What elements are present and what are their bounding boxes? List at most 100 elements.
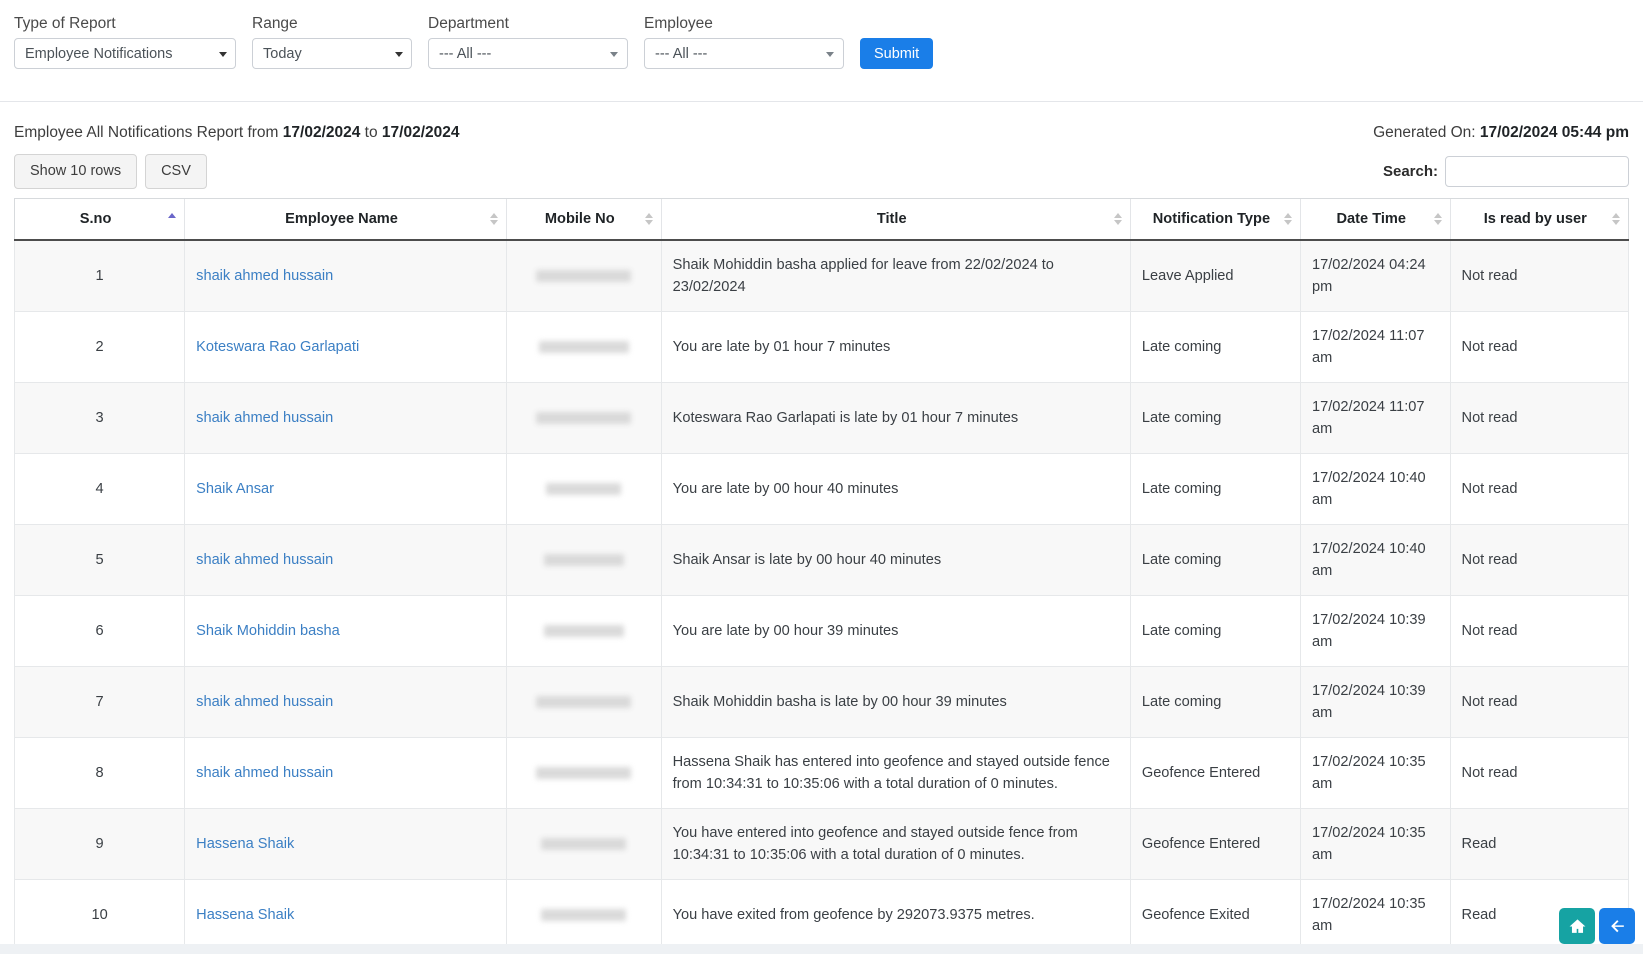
table-body: 1shaik ahmed hussainShaik Mohiddin basha… — [15, 240, 1629, 951]
employee-name-link[interactable]: shaik ahmed hussain — [196, 268, 333, 284]
chevron-down-icon — [219, 52, 227, 57]
cell-notification-type: Late coming — [1130, 596, 1300, 667]
table-row: 2Koteswara Rao GarlapatiYou are late by … — [15, 312, 1629, 383]
table-row: 1shaik ahmed hussainShaik Mohiddin basha… — [15, 240, 1629, 312]
column-header-label: S.no — [80, 211, 112, 227]
filter-group-type-of-report: Type of Report Employee Notifications — [14, 14, 236, 69]
table-row: 7shaik ahmed hussainShaik Mohiddin basha… — [15, 667, 1629, 738]
search-area: Search: — [1383, 156, 1629, 187]
employee-value: --- All --- — [655, 46, 707, 62]
cell-date-time: 17/02/2024 10:39 am — [1301, 596, 1451, 667]
cell-date-time: 17/02/2024 04:24 pm — [1301, 240, 1451, 312]
report-title-prefix: Employee All Notifications Report from — [14, 124, 283, 141]
home-fab[interactable] — [1559, 908, 1595, 944]
column-header-title[interactable]: Title — [661, 199, 1130, 241]
employee-name-link[interactable]: shaik ahmed hussain — [196, 552, 333, 568]
cell-sno: 9 — [15, 809, 185, 880]
csv-button[interactable]: CSV — [145, 154, 207, 189]
sort-ascending-icon — [168, 212, 176, 226]
export-buttons: Show 10 rowsCSV — [14, 154, 207, 189]
cell-sno: 5 — [15, 525, 185, 596]
cell-sno: 6 — [15, 596, 185, 667]
report-title: Employee All Notifications Report from 1… — [14, 124, 459, 142]
cell-employee-name: shaik ahmed hussain — [185, 738, 507, 809]
employee-name-link[interactable]: shaik ahmed hussain — [196, 694, 333, 710]
filter-controls: Type of Report Employee Notifications Rang… — [14, 14, 1643, 69]
cell-is-read: Read — [1450, 809, 1628, 880]
redacted-mobile-no — [536, 767, 631, 779]
employee-name-link[interactable]: Hassena Shaik — [196, 907, 294, 923]
arrow-left-icon — [1608, 917, 1627, 936]
column-header-is-read-by-user[interactable]: Is read by user — [1450, 199, 1628, 241]
filter-group-employee: Employee --- All --- — [644, 14, 844, 69]
column-header-mobile-no[interactable]: Mobile No — [506, 199, 661, 241]
table-row: 4Shaik AnsarYou are late by 00 hour 40 m… — [15, 454, 1629, 525]
column-header-date-time[interactable]: Date Time — [1301, 199, 1451, 241]
generated-on-value: 17/02/2024 05:44 pm — [1480, 124, 1629, 141]
column-header-label: Date Time — [1337, 211, 1406, 227]
report-title-mid: to — [360, 124, 382, 141]
cell-notification-type: Late coming — [1130, 312, 1300, 383]
cell-title: Hassena Shaik has entered into geofence … — [661, 738, 1130, 809]
column-header-s-no[interactable]: S.no — [15, 199, 185, 241]
range-select[interactable]: Today — [252, 38, 412, 69]
back-fab[interactable] — [1599, 908, 1635, 944]
cell-notification-type: Late coming — [1130, 383, 1300, 454]
cell-employee-name: Koteswara Rao Garlapati — [185, 312, 507, 383]
generated-on: Generated On: 17/02/2024 05:44 pm — [1373, 124, 1629, 142]
report-body: Employee All Notifications Report from 1… — [0, 102, 1643, 954]
department-select[interactable]: --- All --- — [428, 38, 628, 69]
column-header-label: Employee Name — [285, 211, 398, 227]
redacted-mobile-no — [544, 625, 624, 637]
type-of-report-label: Type of Report — [14, 14, 236, 33]
cell-mobile-no — [506, 809, 661, 880]
type-of-report-value: Employee Notifications — [25, 46, 173, 62]
cell-sno: 7 — [15, 667, 185, 738]
cell-date-time: 17/02/2024 10:40 am — [1301, 525, 1451, 596]
department-label: Department — [428, 14, 628, 33]
cell-mobile-no — [506, 454, 661, 525]
cell-title: Shaik Mohiddin basha applied for leave f… — [661, 240, 1130, 312]
cell-sno: 10 — [15, 880, 185, 952]
report-date-from: 17/02/2024 — [283, 124, 361, 141]
table-row: 5shaik ahmed hussainShaik Ansar is late … — [15, 525, 1629, 596]
column-header-employee-name[interactable]: Employee Name — [185, 199, 507, 241]
employee-name-link[interactable]: Hassena Shaik — [196, 836, 294, 852]
employee-name-link[interactable]: Shaik Ansar — [196, 481, 274, 497]
cell-mobile-no — [506, 383, 661, 454]
cell-title: Koteswara Rao Garlapati is late by 01 ho… — [661, 383, 1130, 454]
cell-employee-name: shaik ahmed hussain — [185, 240, 507, 312]
report-header: Employee All Notifications Report from 1… — [14, 102, 1629, 142]
sort-icon — [1434, 212, 1442, 226]
submit-button[interactable]: Submit — [860, 38, 933, 69]
cell-employee-name: shaik ahmed hussain — [185, 667, 507, 738]
sort-icon — [1114, 212, 1122, 226]
cell-mobile-no — [506, 312, 661, 383]
show-rows-button[interactable]: Show 10 rows — [14, 154, 137, 189]
employee-name-link[interactable]: shaik ahmed hussain — [196, 410, 333, 426]
employee-name-link[interactable]: Koteswara Rao Garlapati — [196, 339, 359, 355]
search-input[interactable] — [1445, 156, 1629, 187]
redacted-mobile-no — [541, 909, 626, 921]
cell-employee-name: Shaik Ansar — [185, 454, 507, 525]
redacted-mobile-no — [536, 696, 631, 708]
table-row: 6Shaik Mohiddin bashaYou are late by 00 … — [15, 596, 1629, 667]
cell-date-time: 17/02/2024 10:39 am — [1301, 667, 1451, 738]
table-row: 8shaik ahmed hussainHassena Shaik has en… — [15, 738, 1629, 809]
column-header-notification-type[interactable]: Notification Type — [1130, 199, 1300, 241]
cell-mobile-no — [506, 525, 661, 596]
redacted-mobile-no — [541, 838, 626, 850]
notifications-table: S.no Employee Name Mobile No Title Notificat… — [14, 198, 1629, 952]
range-label: Range — [252, 14, 412, 33]
employee-name-link[interactable]: shaik ahmed hussain — [196, 765, 333, 781]
employee-select[interactable]: --- All --- — [644, 38, 844, 69]
cell-date-time: 17/02/2024 11:07 am — [1301, 383, 1451, 454]
cell-date-time: 17/02/2024 10:35 am — [1301, 880, 1451, 952]
table-tools: Show 10 rowsCSV Search: — [14, 154, 1629, 189]
employee-name-link[interactable]: Shaik Mohiddin basha — [196, 623, 340, 639]
cell-notification-type: Geofence Exited — [1130, 880, 1300, 952]
column-header-label: Title — [877, 211, 907, 227]
type-of-report-select[interactable]: Employee Notifications — [14, 38, 236, 69]
employee-label: Employee — [644, 14, 844, 33]
cell-mobile-no — [506, 596, 661, 667]
